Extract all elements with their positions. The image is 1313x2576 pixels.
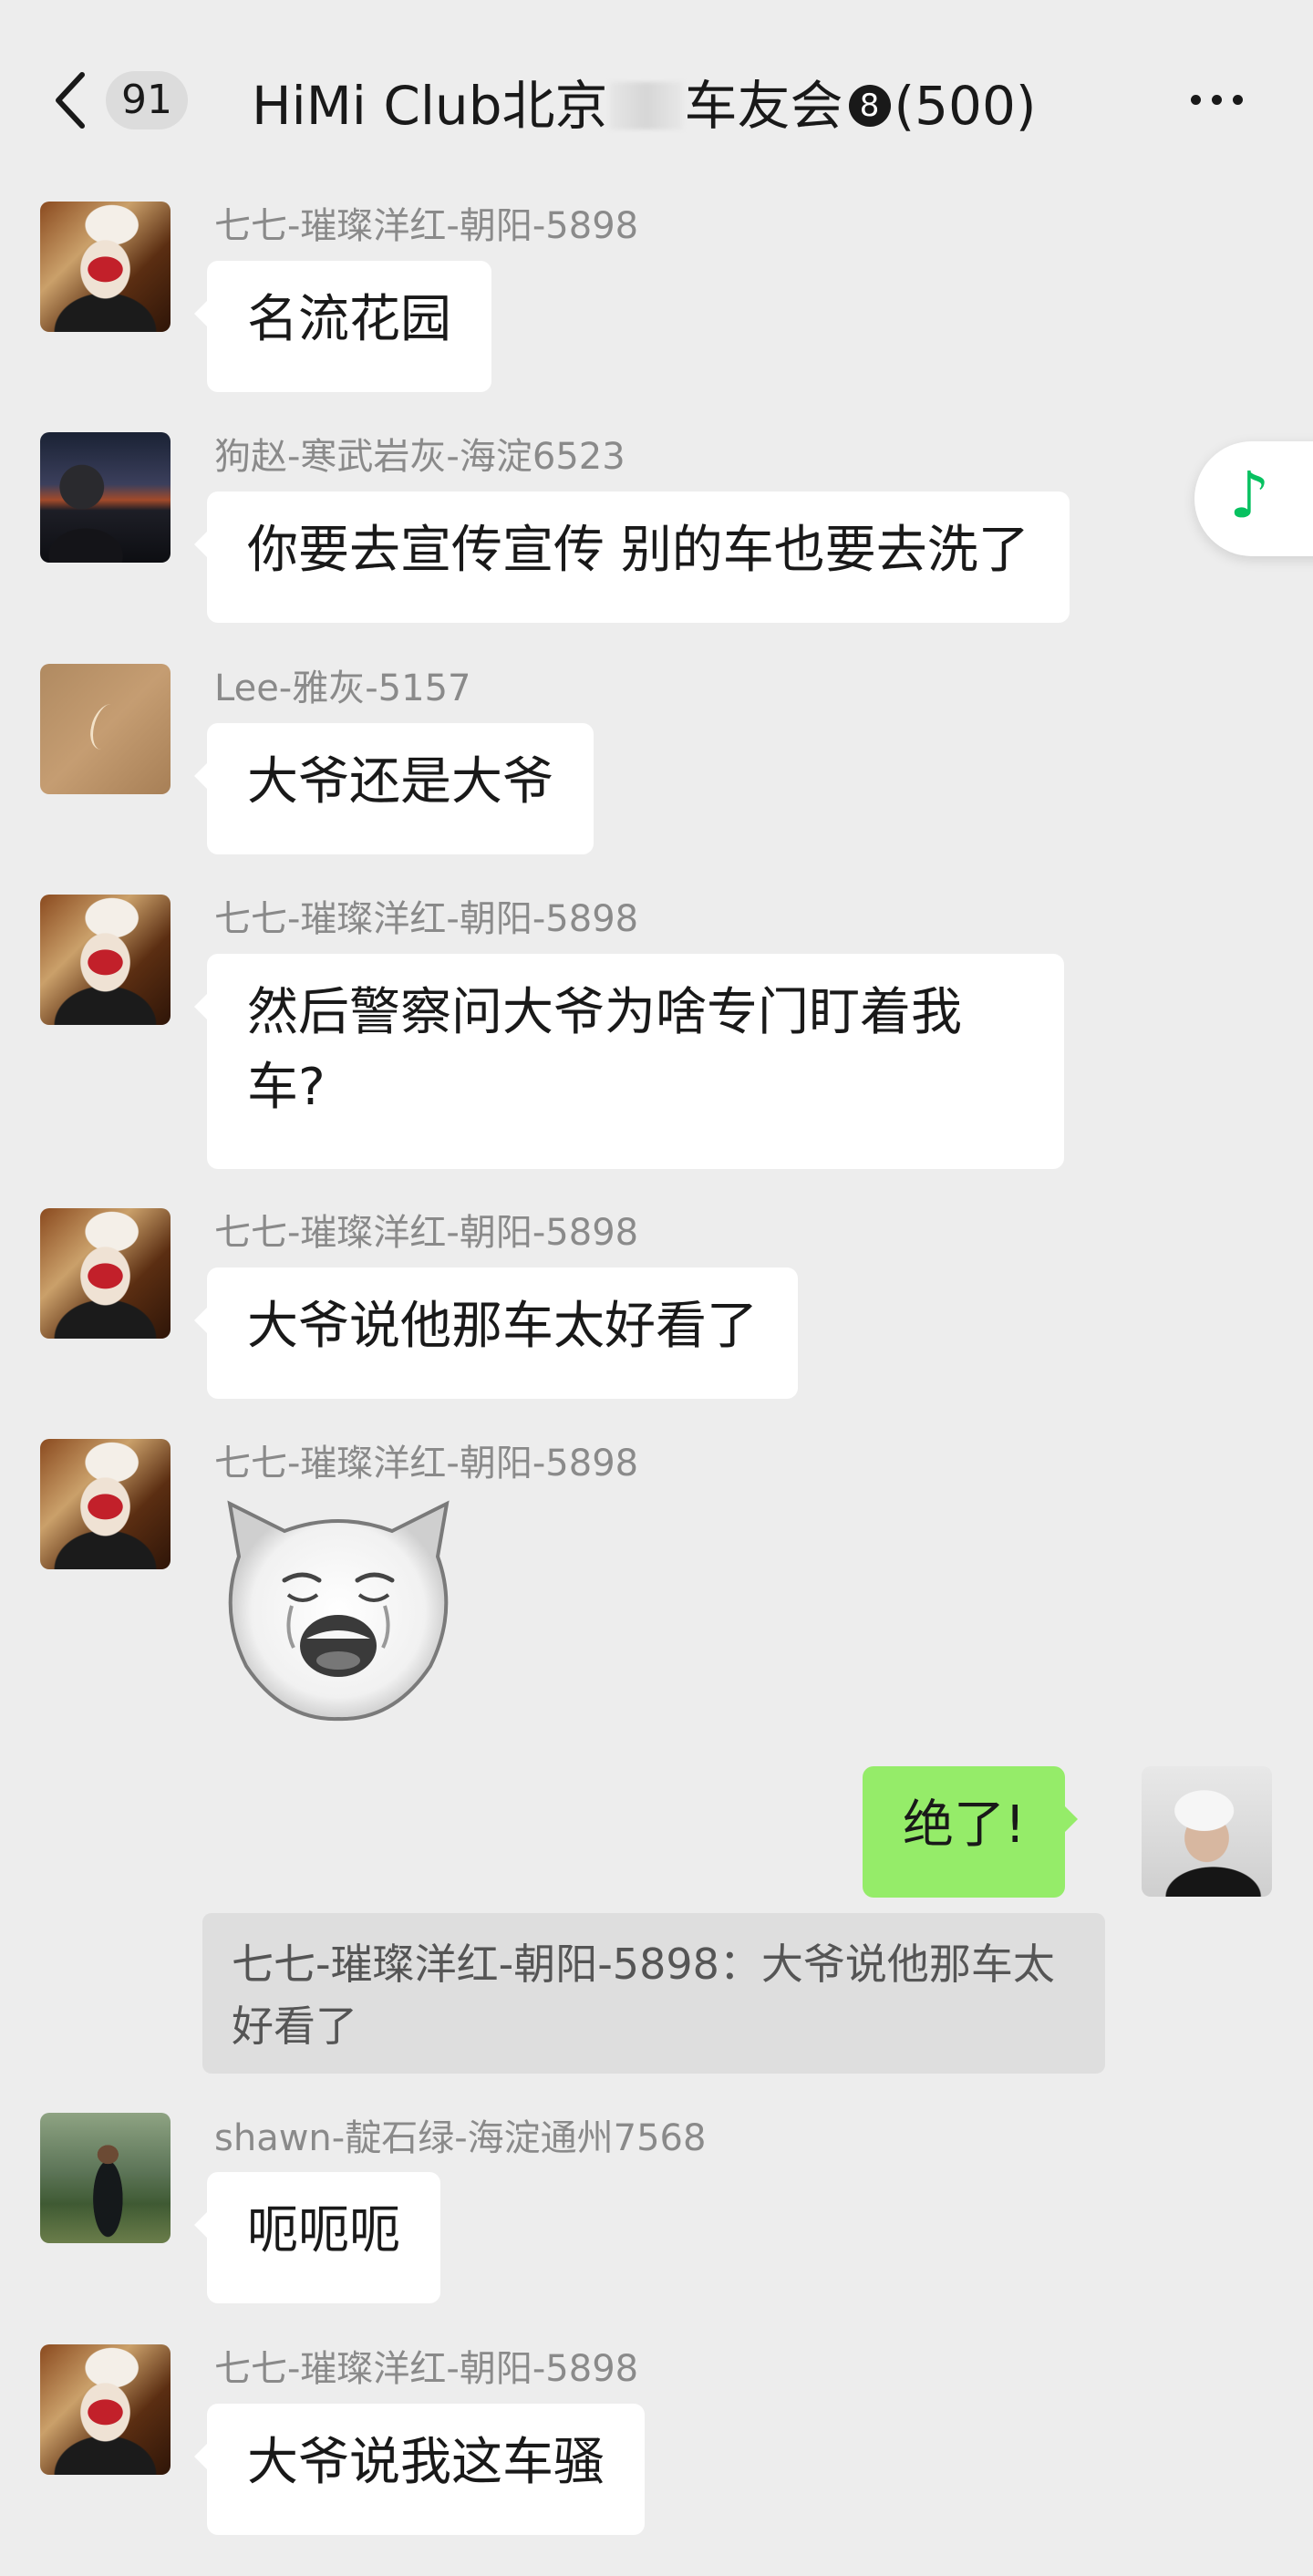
sender-name: Lee-雅灰-5157 — [214, 667, 471, 709]
chat-title-part2: 车友会 — [684, 74, 843, 137]
sender-name: 七七-璀璨洋红-朝阳-5898 — [214, 1443, 639, 1485]
crying-cat-sticker-image — [227, 1500, 450, 1722]
sender-name: shawn-靛石绿-海淀通州7568 — [214, 2117, 707, 2159]
avatar-gouzhao[interactable] — [40, 432, 171, 563]
sender-name: 七七-璀璨洋红-朝阳-5898 — [214, 898, 639, 940]
more-dot — [1233, 95, 1243, 105]
avatar-lee[interactable] — [40, 664, 171, 794]
avatar-qiqi[interactable] — [40, 2344, 171, 2475]
more-dots-icon — [1191, 95, 1201, 105]
my-message-bubble[interactable]: 绝了! — [863, 1766, 1079, 1898]
message-bubble[interactable]: 然后警察问大爷为啥专门盯着我车? — [194, 954, 1064, 1169]
unread-count-badge[interactable]: 91 — [106, 71, 188, 129]
crying-cat-sticker[interactable] — [212, 1493, 465, 1728]
message-bubble[interactable]: 名流花园 — [194, 261, 491, 392]
mute-count-badge: 8 — [848, 84, 891, 127]
sender-name: 七七-璀璨洋红-朝阳-5898 — [214, 2348, 639, 2390]
message-bubble[interactable]: 大爷还是大爷 — [194, 723, 594, 854]
chat-title[interactable]: HiMi Club北京 车友会 8 (500) — [252, 66, 1037, 139]
quoted-message[interactable]: 七七-璀璨洋红-朝阳-5898：大爷说他那车太好看了 — [202, 1913, 1105, 2074]
avatar-shawn[interactable] — [40, 2113, 171, 2243]
avatar-qiqi[interactable] — [40, 1208, 171, 1339]
sender-name: 七七-璀璨洋红-朝阳-5898 — [214, 205, 639, 247]
more-button[interactable] — [1185, 84, 1258, 117]
message-bubble[interactable]: 大爷说我这车骚 — [194, 2404, 645, 2535]
chevron-left-icon — [56, 72, 85, 129]
music-float-button[interactable]: ♪ — [1194, 441, 1313, 556]
more-dot — [1212, 95, 1222, 105]
sender-name: 七七-璀璨洋红-朝阳-5898 — [214, 1212, 639, 1254]
message-bubble[interactable]: 大爷说他那车太好看了 — [194, 1267, 798, 1399]
message-bubble[interactable]: 呃呃呃 — [194, 2172, 440, 2303]
chat-header: 91 HiMi Club北京 车友会 8 (500) — [0, 0, 1313, 178]
logo-flame — [86, 704, 127, 750]
avatar-me[interactable] — [1142, 1766, 1272, 1897]
back-button[interactable] — [46, 64, 100, 137]
avatar-qiqi[interactable] — [40, 1439, 171, 1569]
message-bubble[interactable]: 你要去宣传宣传 别的车也要去洗了 — [194, 491, 1070, 623]
member-count: (500) — [894, 74, 1037, 137]
avatar-qiqi[interactable] — [40, 202, 171, 332]
redacted-blur — [609, 81, 683, 129]
music-note-icon: ♪ — [1229, 458, 1270, 533]
sender-name: 狗赵-寒武岩灰-海淀6523 — [214, 436, 625, 478]
chat-title-part1: HiMi Club北京 — [252, 74, 608, 137]
avatar-qiqi[interactable] — [40, 895, 171, 1025]
